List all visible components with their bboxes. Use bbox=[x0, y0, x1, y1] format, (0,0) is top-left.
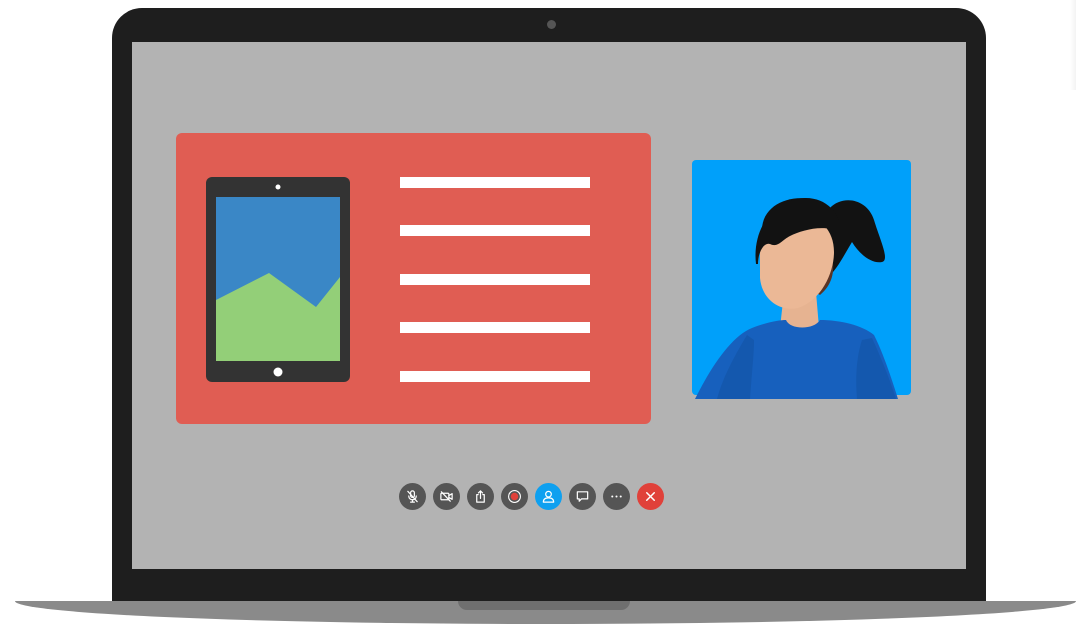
more-options-button[interactable] bbox=[603, 483, 630, 510]
text-line bbox=[400, 322, 590, 333]
webcam-icon bbox=[547, 20, 556, 29]
text-line bbox=[400, 274, 590, 285]
video-off-icon bbox=[440, 491, 453, 502]
record-icon bbox=[508, 490, 521, 503]
end-call-icon bbox=[646, 492, 655, 501]
chat-icon bbox=[576, 491, 589, 502]
laptop-notch bbox=[458, 601, 630, 610]
text-line bbox=[400, 225, 590, 236]
window-edge-shadow bbox=[1070, 0, 1076, 90]
record-button[interactable] bbox=[501, 483, 528, 510]
more-icon bbox=[611, 495, 622, 498]
share-screen-button[interactable] bbox=[467, 483, 494, 510]
text-line bbox=[400, 177, 590, 188]
participants-button[interactable] bbox=[535, 483, 562, 510]
end-call-button[interactable] bbox=[637, 483, 664, 510]
mute-button[interactable] bbox=[399, 483, 426, 510]
tablet-icon bbox=[206, 177, 350, 382]
participant-video-tile[interactable] bbox=[692, 160, 911, 399]
share-screen-icon bbox=[476, 490, 485, 503]
chat-button[interactable] bbox=[569, 483, 596, 510]
text-line bbox=[400, 371, 590, 382]
camera-button[interactable] bbox=[433, 483, 460, 510]
landscape-image-icon bbox=[216, 197, 340, 361]
call-toolbar bbox=[399, 483, 664, 512]
participants-icon bbox=[542, 490, 555, 503]
mic-off-icon bbox=[407, 490, 418, 503]
